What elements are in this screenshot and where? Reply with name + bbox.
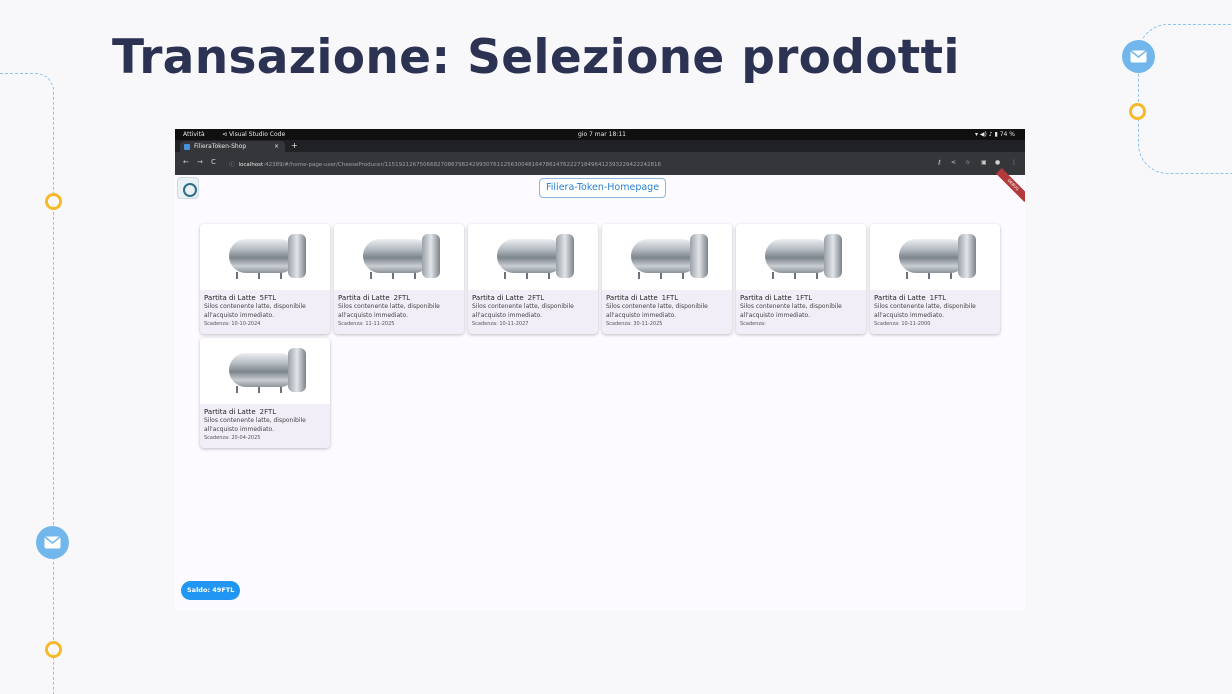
product-title: Partita di Latte 2FTL [472,294,545,302]
product-image [334,224,464,290]
forward-icon[interactable]: → [197,158,203,166]
product-title: Partita di Latte 2FTL [204,408,277,416]
milk-tank-image [229,353,297,387]
ring-icon [45,641,62,658]
product-expiry: Scadenza: 11-11-2025 [338,321,395,327]
profile-icon[interactable]: ● [995,159,1000,166]
mail-icon [1122,40,1155,73]
address-bar: ← → C ⓘ localhost:42389/#/home-page-user/… [175,152,1025,175]
product-title: Partita di Latte 1FTL [740,294,813,302]
product-image [870,224,1000,290]
product-card[interactable]: Partita di Latte 2FTL Silos contenente la… [200,338,330,448]
app-page: Filiera-Token-Homepage DEBUG Partita di … [175,168,1025,611]
vscode-app-label[interactable]: ⊲ Visual Studio Code [222,131,285,138]
product-expiry: Scadenza: 20-04-2025 [204,435,261,441]
status-icons[interactable]: ▾ ◀) ♪ ▮ 74 % [975,131,1015,138]
product-expiry: Scadenza: 10-11-2027 [472,321,529,327]
product-card[interactable]: Partita di Latte 1FTL Silos contenente la… [736,224,866,334]
ring-icon [45,193,62,210]
product-card[interactable]: Partita di Latte 2FTL Silos contenente la… [468,224,598,334]
tab-title: FilieraToken-Shop [194,143,247,150]
product-title: Partita di Latte 5FTL [204,294,277,302]
product-title: Partita di Latte 1FTL [606,294,679,302]
product-title: Partita di Latte 1FTL [874,294,947,302]
product-title: Partita di Latte 2FTL [338,294,411,302]
url-field[interactable]: ⓘ localhost:42389/#/home-page-user/Cheese… [229,160,661,168]
product-description: Silos contenente latte, disponibile all'… [874,303,976,319]
decorative-dashed-line [0,73,54,694]
share-icon[interactable]: < [951,159,956,166]
product-expiry: Scadenza: 10-10-2024 [204,321,261,327]
product-card[interactable]: Partita di Latte 1FTL Silos contenente la… [602,224,732,334]
product-image [200,224,330,290]
balance-badge[interactable]: Saldo: 49FTL [181,581,241,600]
product-expiry: Scadenza: [740,321,766,327]
milk-tank-image [363,239,431,273]
side-panel-icon[interactable]: ▣ [981,159,987,166]
product-card[interactable]: Partita di Latte 2FTL Silos contenente la… [334,224,464,334]
key-icon[interactable]: ⚷ [937,159,941,166]
favicon-icon [184,143,190,150]
product-expiry: Scadenza: 30-11-2025 [606,321,663,327]
product-description: Silos contenente latte, disponibile all'… [606,303,708,319]
ring-icon [1129,103,1146,120]
product-description: Silos contenente latte, disponibile all'… [472,303,574,319]
system-top-bar: Attività ⊲ Visual Studio Code gio 7 mar … [175,129,1025,140]
homepage-button[interactable]: Filiera-Token-Homepage [539,178,667,198]
milk-tank-image [899,239,967,273]
info-icon: ⓘ [229,162,235,168]
app-logo[interactable] [177,177,199,199]
browser-tab[interactable]: FilieraToken-Shop × [180,141,285,152]
close-tab-icon[interactable]: × [274,143,279,150]
milk-tank-image [497,239,565,273]
product-image [200,338,330,404]
activities-label[interactable]: Attività [183,131,205,138]
product-description: Silos contenente latte, disponibile all'… [204,303,306,319]
product-card[interactable]: Partita di Latte 1FTL Silos contenente la… [870,224,1000,334]
back-icon[interactable]: ← [183,158,189,166]
new-tab-button[interactable]: + [291,141,298,150]
bookmark-star-icon[interactable]: ☆ [965,159,970,166]
product-image [468,224,598,290]
product-description: Silos contenente latte, disponibile all'… [740,303,842,319]
mail-icon [36,526,69,559]
product-image [602,224,732,290]
product-image [736,224,866,290]
product-description: Silos contenente latte, disponibile all'… [204,417,306,433]
milk-tank-image [229,239,297,273]
clock[interactable]: gio 7 mar 18:11 [578,131,626,138]
tab-strip: FilieraToken-Shop × + [175,140,1025,152]
menu-icon[interactable]: ⋮ [1011,159,1017,166]
product-expiry: Scadenza: 10-11-2000 [874,321,931,327]
milk-tank-image [631,239,699,273]
product-card[interactable]: Partita di Latte 5FTL Silos contenente la… [200,224,330,334]
slide-title: Transazione: Selezione prodotti [112,30,960,85]
product-description: Silos contenente latte, disponibile all'… [338,303,440,319]
reload-icon[interactable]: C [211,158,216,166]
milk-tank-image [765,239,833,273]
browser-screenshot: Attività ⊲ Visual Studio Code gio 7 mar … [175,129,1025,611]
